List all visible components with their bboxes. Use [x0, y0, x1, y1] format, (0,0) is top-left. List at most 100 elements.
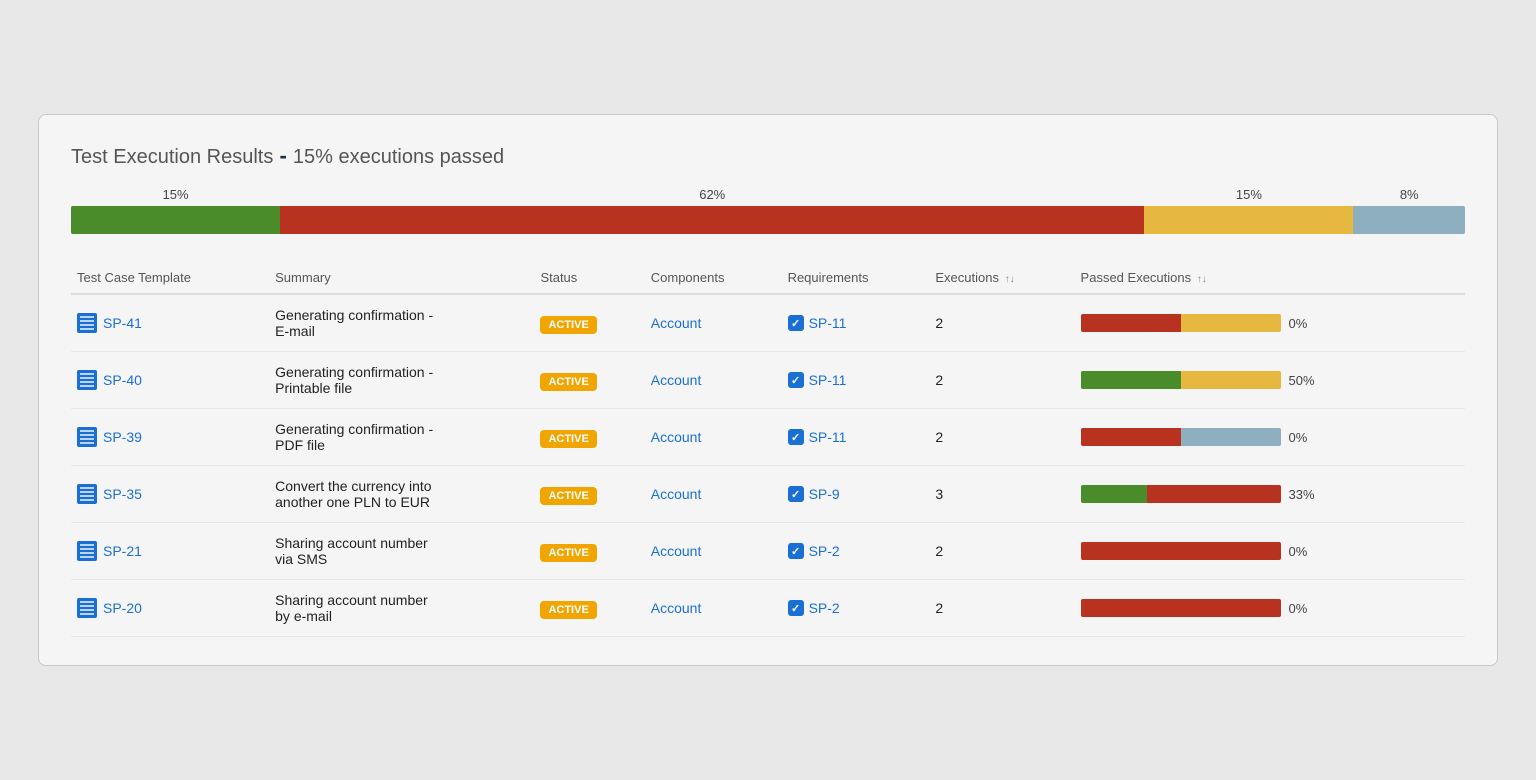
mini-bar [1081, 314, 1281, 332]
tc-link[interactable]: SP-39 [77, 427, 259, 447]
mini-bar-segment [1181, 371, 1281, 389]
component-link[interactable]: Account [651, 600, 702, 616]
table-row: SP-35 Convert the currency into another … [71, 466, 1465, 523]
executions-cell: 2 [929, 409, 1074, 466]
page-title: Test Execution Results - 15% executions … [71, 143, 1465, 169]
req-cell: SP-9 [788, 486, 920, 502]
table-row: SP-39 Generating confirmation - PDF file… [71, 409, 1465, 466]
sort-icon[interactable]: ↑↓ [1005, 274, 1015, 285]
col-header-test-case-template: Test Case Template [71, 262, 269, 294]
tc-icon [77, 484, 97, 504]
results-table: Test Case TemplateSummaryStatusComponent… [71, 262, 1465, 637]
tc-link[interactable]: SP-20 [77, 598, 259, 618]
table-row: SP-40 Generating confirmation - Printabl… [71, 352, 1465, 409]
req-cell: SP-11 [788, 429, 920, 445]
mini-bar-segment [1081, 599, 1281, 617]
req-link[interactable]: SP-9 [809, 486, 840, 502]
status-badge: ACTIVE [540, 430, 596, 448]
req-link[interactable]: SP-2 [809, 600, 840, 616]
bar-segment [71, 206, 280, 234]
executions-cell: 3 [929, 466, 1074, 523]
req-link[interactable]: SP-11 [809, 315, 847, 331]
component-link[interactable]: Account [651, 372, 702, 388]
status-badge: ACTIVE [540, 373, 596, 391]
passed-pct: 50% [1289, 373, 1321, 388]
mini-bar [1081, 485, 1281, 503]
executions-cell: 2 [929, 294, 1074, 352]
mini-bar-wrap: 33% [1081, 485, 1455, 503]
tc-id: SP-20 [103, 600, 142, 616]
bar-label: 15% [1144, 187, 1353, 202]
summary-cell: Sharing account number via SMS [269, 523, 534, 580]
tc-link[interactable]: SP-35 [77, 484, 259, 504]
component-link[interactable]: Account [651, 429, 702, 445]
mini-bar-wrap: 0% [1081, 599, 1455, 617]
req-checkbox [788, 600, 804, 616]
col-header-passed-executions: Passed Executions ↑↓ [1075, 262, 1465, 294]
mini-bar-segment [1181, 428, 1281, 446]
mini-bar-segment [1081, 314, 1181, 332]
summary-cell: Sharing account number by e-mail [269, 580, 534, 637]
req-link[interactable]: SP-11 [809, 372, 847, 388]
passed-pct: 0% [1289, 544, 1321, 559]
status-badge: ACTIVE [540, 316, 596, 334]
mini-bar [1081, 371, 1281, 389]
tc-icon [77, 598, 97, 618]
mini-bar-segment [1081, 542, 1281, 560]
req-checkbox [788, 543, 804, 559]
bar-label: 8% [1353, 187, 1465, 202]
col-header-summary: Summary [269, 262, 534, 294]
bar-label: 62% [280, 187, 1144, 202]
col-header-requirements: Requirements [782, 262, 930, 294]
mini-bar-wrap: 0% [1081, 314, 1455, 332]
bar-segment [1353, 206, 1465, 234]
executions-cell: 2 [929, 352, 1074, 409]
mini-bar-segment [1081, 428, 1181, 446]
mini-bar [1081, 428, 1281, 446]
tc-link[interactable]: SP-41 [77, 313, 259, 333]
summary-cell: Generating confirmation - PDF file [269, 409, 534, 466]
passed-pct: 0% [1289, 430, 1321, 445]
req-checkbox [788, 486, 804, 502]
passed-pct: 0% [1289, 316, 1321, 331]
executions-cell: 2 [929, 523, 1074, 580]
req-cell: SP-11 [788, 315, 920, 331]
tc-link[interactable]: SP-21 [77, 541, 259, 561]
tc-id: SP-39 [103, 429, 142, 445]
progress-section: 15%62%15%8% [71, 187, 1465, 234]
status-badge: ACTIVE [540, 601, 596, 619]
passed-pct: 0% [1289, 601, 1321, 616]
tc-id: SP-35 [103, 486, 142, 502]
mini-bar-segment [1147, 485, 1281, 503]
req-cell: SP-2 [788, 600, 920, 616]
tc-id: SP-21 [103, 543, 142, 559]
mini-bar-segment [1181, 314, 1281, 332]
bar-label: 15% [71, 187, 280, 202]
tc-id: SP-40 [103, 372, 142, 388]
tc-icon [77, 313, 97, 333]
col-header-components: Components [645, 262, 782, 294]
col-header-status: Status [534, 262, 644, 294]
table-row: SP-21 Sharing account number via SMSACTI… [71, 523, 1465, 580]
table-row: SP-20 Sharing account number by e-mail AC… [71, 580, 1465, 637]
component-link[interactable]: Account [651, 543, 702, 559]
tc-link[interactable]: SP-40 [77, 370, 259, 390]
tc-icon [77, 370, 97, 390]
mini-bar-wrap: 0% [1081, 428, 1455, 446]
mini-bar-wrap: 0% [1081, 542, 1455, 560]
req-link[interactable]: SP-2 [809, 543, 840, 559]
req-link[interactable]: SP-11 [809, 429, 847, 445]
results-card: Test Execution Results - 15% executions … [38, 114, 1498, 666]
req-cell: SP-11 [788, 372, 920, 388]
col-header-executions: Executions ↑↓ [929, 262, 1074, 294]
overall-progress-bar [71, 206, 1465, 234]
sort-icon[interactable]: ↑↓ [1197, 274, 1207, 285]
status-badge: ACTIVE [540, 487, 596, 505]
component-link[interactable]: Account [651, 315, 702, 331]
req-checkbox [788, 429, 804, 445]
mini-bar [1081, 542, 1281, 560]
component-link[interactable]: Account [651, 486, 702, 502]
bar-segment [1144, 206, 1353, 234]
mini-bar-segment [1081, 485, 1147, 503]
summary-cell: Generating confirmation - Printable file [269, 352, 534, 409]
